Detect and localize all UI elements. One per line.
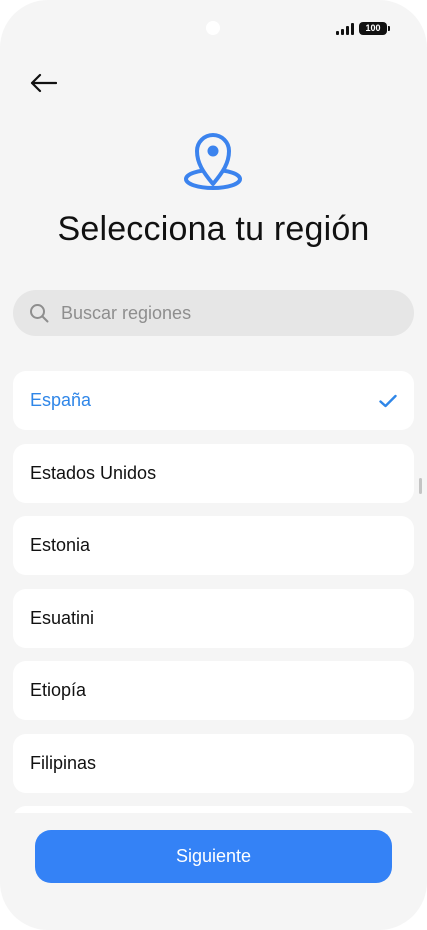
region-list[interactable]: España Estados Unidos Estonia Esuatini E… — [13, 371, 414, 813]
region-label: Etiopía — [30, 680, 87, 700]
region-item-estonia[interactable]: Estonia — [13, 516, 414, 575]
region-item-espana[interactable]: España — [13, 371, 414, 430]
region-item-partial[interactable] — [13, 806, 414, 813]
region-label: Estados Unidos — [30, 462, 157, 483]
search-bar[interactable] — [13, 290, 414, 336]
list-scrollbar[interactable] — [419, 478, 422, 494]
region-item-esuatini[interactable]: Esuatini — [13, 588, 414, 648]
region-label: Estonia — [30, 535, 91, 555]
battery-level: 100 — [365, 23, 381, 33]
next-button[interactable]: Siguiente — [35, 830, 392, 883]
region-label: Filipinas — [30, 752, 97, 773]
back-button[interactable] — [26, 68, 60, 98]
signal-icon — [336, 22, 354, 35]
status-bar: 100 — [336, 22, 390, 35]
region-label: Esuatini — [30, 607, 95, 628]
checkmark-icon — [379, 394, 397, 407]
arrow-left-icon — [30, 73, 57, 93]
front-camera — [206, 21, 220, 35]
page-title: Selecciona tu región — [57, 210, 370, 248]
battery-icon: 100 — [359, 22, 390, 35]
phone-screen: 100 Selecciona tu región España Estados … — [0, 0, 427, 930]
region-item-filipinas[interactable]: Filipinas — [13, 733, 414, 793]
region-item-estados-unidos[interactable]: Estados Unidos — [13, 443, 414, 503]
search-icon — [30, 304, 49, 323]
location-pin-icon — [184, 133, 242, 190]
region-label: España — [30, 390, 92, 410]
region-item-etiopia[interactable]: Etiopía — [13, 661, 414, 720]
search-input[interactable] — [59, 301, 383, 325]
